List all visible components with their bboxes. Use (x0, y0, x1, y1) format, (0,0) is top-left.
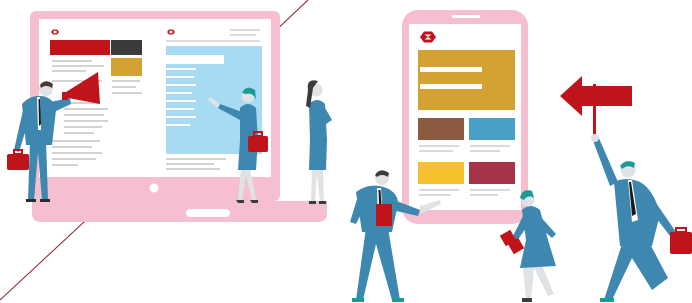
phone (402, 10, 528, 224)
illustration (0, 0, 692, 303)
left-page-header-dark (111, 40, 142, 55)
man-holding-arrow-sign (560, 76, 692, 302)
briefcase-icon (376, 204, 392, 226)
illustration-canvas (0, 0, 692, 302)
laptop (30, 11, 327, 222)
laptop-trackpad-notch (186, 209, 230, 217)
briefcase-icon (7, 149, 29, 170)
phone-speaker (452, 15, 480, 18)
phone-tile-blue (469, 118, 515, 140)
phone-tile-wine (469, 162, 515, 184)
laptop-button (149, 183, 159, 193)
laptop-base (32, 201, 327, 222)
woman-thinking (306, 80, 332, 204)
phone-hero-tile (418, 50, 515, 110)
left-page-ochre-block (111, 58, 142, 76)
left-page-header-red (50, 40, 110, 55)
phone-tile-yellow (418, 162, 464, 184)
phone-tile-brown (418, 118, 464, 140)
left-arrow-sign-icon (560, 76, 632, 140)
